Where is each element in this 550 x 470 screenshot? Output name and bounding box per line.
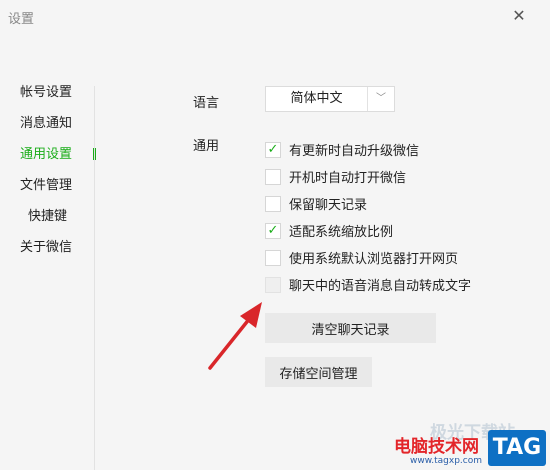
option-label: 保留聊天记录 [289,198,368,213]
checkbox-keep-chat-history[interactable] [265,195,281,212]
option-default-browser[interactable]: 使用系统默认浏览器打开网页 [265,244,471,271]
red-arrow-icon [208,302,262,370]
option-label: 有更新时自动升级微信 [289,144,420,159]
checkbox-auto-update[interactable]: ✓ [265,141,281,158]
arrow-shaft [208,316,252,370]
sidebar-item-files[interactable]: 文件管理 [0,173,96,204]
general-label: 通用 [193,139,220,154]
watermark-url: www.tagxp.com [410,456,482,466]
language-label: 语言 [193,96,220,111]
window-title: 设置 [8,12,35,27]
sidebar-item-account[interactable]: 帐号设置 [0,80,96,111]
option-label: 聊天中的语音消息自动转成文字 [289,279,472,294]
checkbox-default-browser[interactable] [265,249,281,266]
option-label: 开机时自动打开微信 [289,171,407,186]
checkbox-launch-at-startup[interactable] [265,168,281,185]
language-value: 简体中文 [290,91,343,106]
watermark-site-name: 电脑技术网 [394,437,479,457]
general-options: ✓ 有更新时自动升级微信 开机时自动打开微信 保留聊天记录 ✓ 适配系统缩放比例… [265,136,471,298]
sidebar-divider [94,86,95,470]
storage-management-button[interactable]: 存储空间管理 [265,357,372,387]
option-auto-update[interactable]: ✓ 有更新时自动升级微信 [265,136,471,163]
watermark: 极光下载站 电脑技术网 www.tagxp.com TAG [388,418,550,470]
language-select[interactable]: 简体中文 ﹀ [265,86,395,112]
sidebar: 帐号设置 消息通知 通用设置 文件管理 快捷键 关于微信 [0,80,96,266]
sidebar-item-notifications[interactable]: 消息通知 [0,111,96,142]
sidebar-item-shortcuts[interactable]: 快捷键 [0,204,96,235]
option-scale-adapt[interactable]: ✓ 适配系统缩放比例 [265,217,471,244]
option-launch-at-startup[interactable]: 开机时自动打开微信 [265,163,471,190]
sidebar-item-about[interactable]: 关于微信 [0,235,96,266]
sidebar-item-general[interactable]: 通用设置 [0,142,96,173]
chevron-down-icon[interactable]: ﹀ [367,87,394,111]
check-icon: ✓ [267,142,279,157]
close-icon[interactable]: ✕ [508,6,530,26]
option-voice-to-text[interactable]: 聊天中的语音消息自动转成文字 [265,271,471,298]
option-keep-chat-history[interactable]: 保留聊天记录 [265,190,471,217]
checkbox-scale-adapt[interactable]: ✓ [265,222,281,239]
clear-chat-history-button[interactable]: 清空聊天记录 [265,313,436,343]
option-label: 使用系统默认浏览器打开网页 [289,252,459,267]
watermark-tag-logo: TAG [488,430,546,466]
check-icon: ✓ [267,223,279,238]
option-label: 适配系统缩放比例 [289,225,394,240]
